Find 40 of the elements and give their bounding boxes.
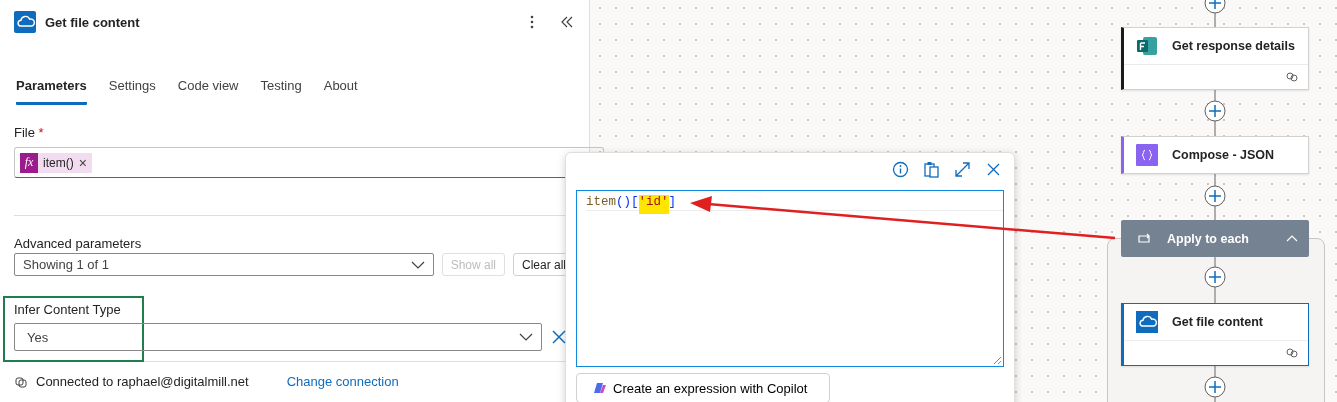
apply-to-each-header[interactable]: Apply to each: [1121, 220, 1309, 257]
panel-title: Get file content: [45, 14, 141, 30]
copilot-icon: [591, 380, 607, 396]
expand-icon[interactable]: [954, 160, 971, 178]
add-step-button[interactable]: [1204, 100, 1226, 122]
resize-grip-icon[interactable]: [993, 356, 1001, 364]
change-connection-link[interactable]: Change connection: [286, 374, 399, 389]
cloud-icon: [1136, 311, 1158, 333]
copilot-button[interactable]: Create an expression with Copilot: [576, 373, 830, 402]
action-card[interactable]: Get response details: [1121, 27, 1309, 90]
add-step-button[interactable]: [1204, 185, 1226, 207]
action-card[interactable]: Compose - JSON: [1121, 136, 1309, 174]
info-icon[interactable]: [892, 160, 909, 178]
tab[interactable]: Settings: [108, 74, 156, 105]
link-icon: [1286, 72, 1298, 82]
tab[interactable]: Code view: [177, 74, 239, 105]
advanced-parameters-dropdown[interactable]: Showing 1 of 1: [14, 253, 434, 276]
connection-text: Connected to raphael@digitalmill.net: [36, 374, 249, 389]
tab[interactable]: Parameters: [16, 74, 87, 105]
chevron-down-icon: [410, 259, 425, 270]
expression-input[interactable]: item()['id']: [576, 190, 1004, 367]
clipboard-icon[interactable]: [923, 160, 940, 178]
tab[interactable]: About: [323, 74, 358, 105]
clear-icon[interactable]: [552, 330, 566, 344]
field-label: Infer Content Type: [14, 302, 121, 317]
infer-content-type-dropdown[interactable]: Yes: [14, 323, 542, 351]
collapse-icon[interactable]: [559, 14, 575, 30]
field-label: Advanced parameters: [14, 236, 143, 251]
cloud-icon: [14, 11, 36, 33]
action-card[interactable]: Get file content: [1121, 303, 1309, 366]
tab[interactable]: Testing: [260, 74, 302, 105]
remove-token-button[interactable]: ×: [78, 154, 92, 171]
braces-icon: [1136, 144, 1158, 166]
link-icon: [1286, 348, 1298, 358]
loop-icon: [1137, 232, 1151, 245]
connection-icon: [14, 374, 28, 389]
field-label: File *: [14, 125, 45, 140]
forms-icon: [1136, 35, 1158, 57]
expression-token[interactable]: fx item() ×: [20, 152, 92, 173]
chevron-down-icon: [519, 332, 533, 342]
